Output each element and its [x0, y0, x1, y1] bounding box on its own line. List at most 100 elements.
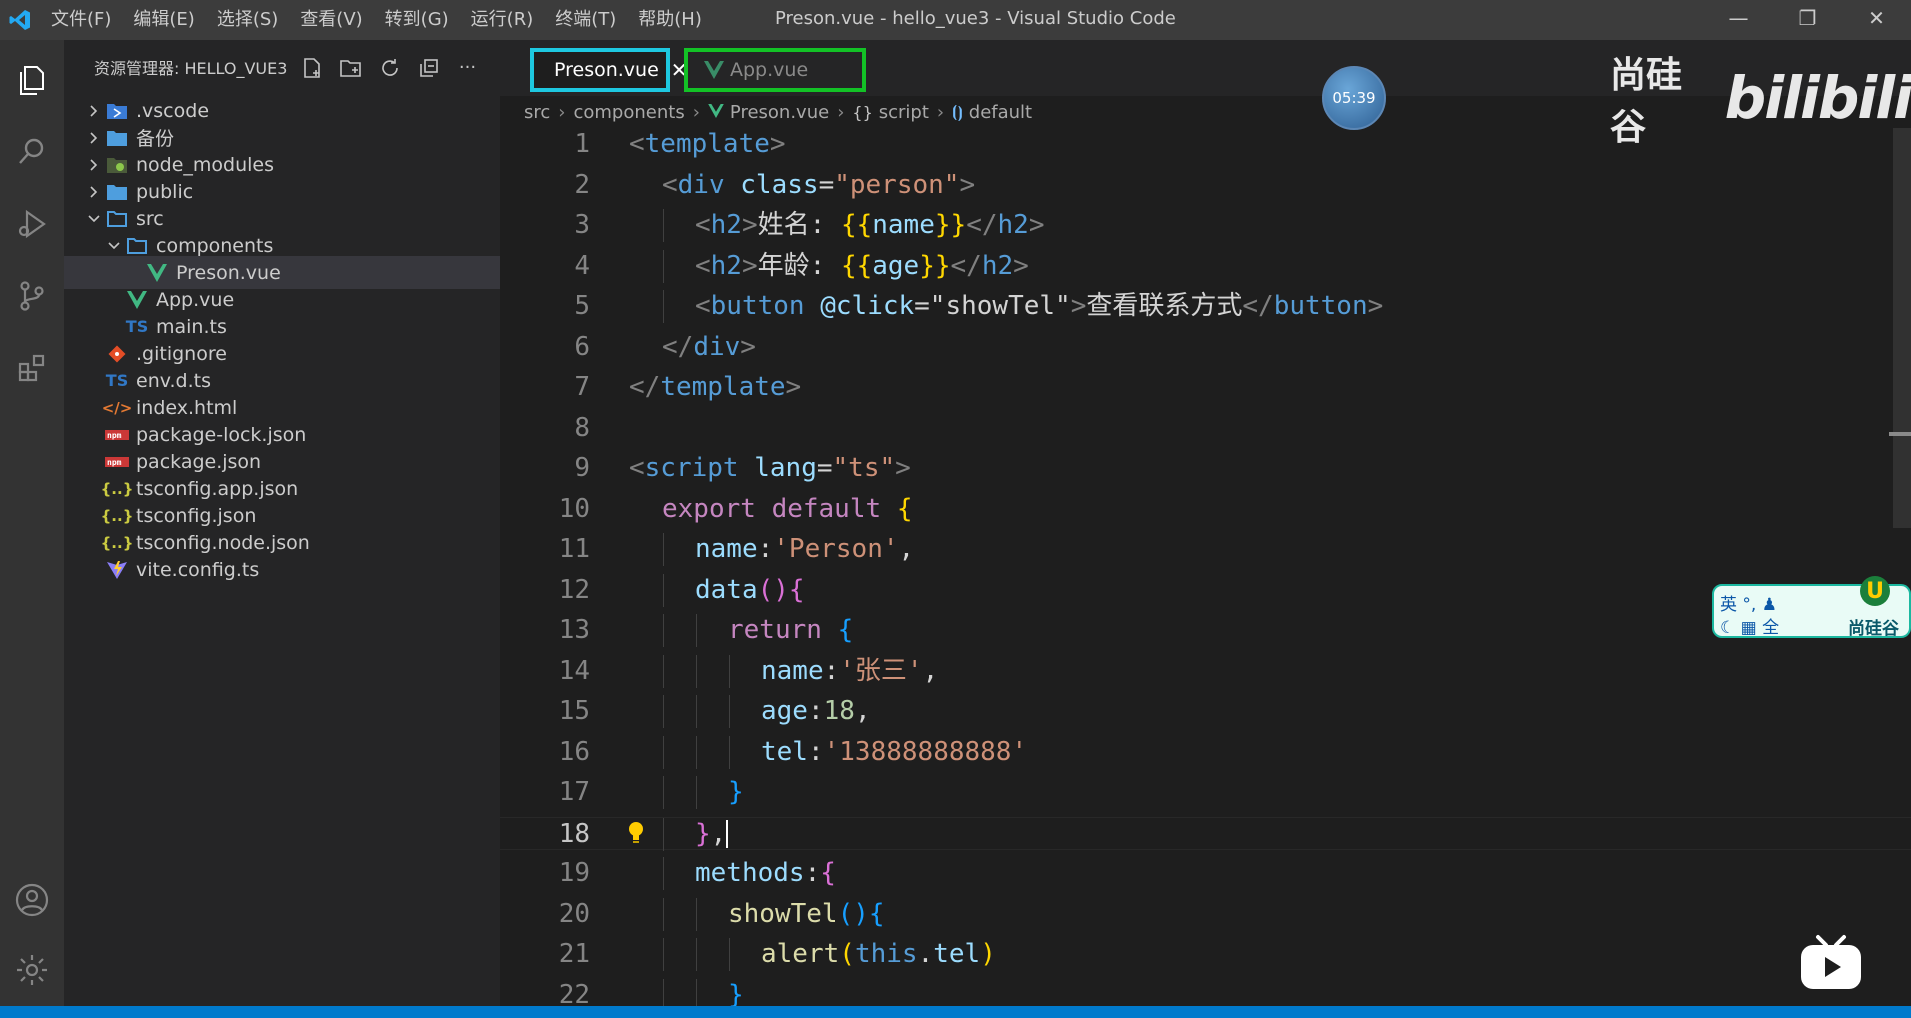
breadcrumb: src › components › Preson.vue › {} script › ⦗⦘ def… [524, 96, 1032, 128]
explorer-icon[interactable] [0, 44, 64, 116]
code-token: ="showTel" [914, 291, 1071, 321]
code-token: < [695, 291, 711, 321]
tree-item-label: main.ts [156, 315, 227, 338]
minimize-button[interactable]: — [1704, 0, 1773, 36]
bilibili-tv-icon[interactable] [1798, 933, 1864, 993]
line-number: 16 [558, 736, 590, 767]
breadcrumb-item[interactable]: src [524, 102, 550, 123]
code-line[interactable]: 4 <h2>年龄: {{age}}</h2> [500, 249, 1911, 283]
new-file-icon[interactable] [298, 54, 325, 81]
code-line[interactable]: 2 <div class="person"> [500, 169, 1911, 202]
tab-app-vue[interactable]: App.vue [684, 48, 866, 92]
menu-item[interactable]: 运行(R) [460, 0, 545, 40]
code-line[interactable]: 5 <button @click="showTel">查看联系方式</button… [500, 290, 1911, 323]
explorer-actions: ··· [298, 54, 481, 81]
refresh-icon[interactable] [376, 54, 403, 81]
code-line[interactable]: 3 <h2>姓名: {{name}}</h2> [500, 209, 1911, 242]
menu-item[interactable]: 终端(T) [544, 0, 627, 40]
tree-item-label: index.html [136, 396, 238, 419]
extensions-icon[interactable] [0, 332, 64, 404]
menu-item[interactable]: 编辑(E) [122, 0, 205, 40]
breadcrumb-item[interactable]: script [879, 102, 929, 123]
code-token: < [695, 250, 711, 281]
activity-bar [0, 40, 64, 1006]
code-line[interactable]: 9 <script lang="ts"> [500, 452, 1911, 485]
code-line[interactable]: 13 return { [500, 614, 1911, 647]
settings-gear-icon[interactable] [0, 934, 64, 1006]
menu-item[interactable]: 文件(F) [40, 0, 122, 40]
code-token: "ts" [832, 453, 896, 483]
indent-guide [696, 695, 697, 728]
json-icon: {..} [100, 533, 134, 552]
more-actions-icon[interactable]: ··· [454, 54, 481, 81]
indent-guide [729, 735, 730, 769]
lightbulb-icon[interactable] [627, 820, 645, 846]
code-line[interactable]: 14 name:'张三', [500, 654, 1911, 688]
code-line[interactable]: 20 showTel(){ [500, 897, 1911, 931]
code-line[interactable]: 12 data(){ [500, 573, 1911, 607]
run-debug-icon[interactable] [0, 188, 64, 260]
code-line[interactable]: 21 alert(this.tel) [500, 938, 1911, 971]
code-content: <h2>姓名: {{name}}</h2> [695, 209, 1044, 242]
accounts-icon[interactable] [0, 864, 64, 936]
code-line[interactable]: 18}, [500, 816, 1911, 851]
code-line[interactable]: 7 </template> [500, 371, 1911, 404]
code-token: 'Person' [773, 534, 899, 564]
folder-icon [104, 179, 130, 205]
tree-item-label: 备份 [136, 128, 175, 150]
code-line[interactable]: 1 <template> [500, 128, 1911, 161]
line-number: 18 [558, 818, 590, 849]
code-token: > [785, 372, 802, 402]
indent-guide [663, 817, 664, 851]
code-token: > [895, 453, 911, 483]
code-line[interactable]: 19 methods:{ [500, 857, 1911, 890]
editor-scrollbar[interactable] [1893, 128, 1911, 528]
code-token: </ [1242, 291, 1274, 321]
code-line[interactable]: 15 age:18, [500, 695, 1911, 728]
menu-item[interactable]: 转到(G) [374, 0, 460, 40]
code-token: h2 [981, 250, 1014, 281]
close-window-button[interactable]: ✕ [1842, 0, 1911, 36]
menu-item[interactable]: 查看(V) [289, 0, 373, 40]
collapse-all-icon[interactable] [415, 54, 442, 81]
code-line[interactable]: 6 </div> [500, 331, 1911, 364]
tree-file[interactable]: vite.config.ts [64, 553, 500, 586]
menu-item[interactable]: 选择(S) [206, 0, 289, 40]
breadcrumb-item[interactable]: components [573, 102, 684, 123]
code-token: > [741, 210, 758, 240]
code-token: > [1367, 291, 1384, 321]
indent-guide [696, 735, 697, 769]
source-control-icon[interactable] [0, 260, 64, 332]
breadcrumb-item[interactable]: Preson.vue [730, 102, 829, 123]
code-line[interactable]: 11 name:'Person', [500, 533, 1911, 566]
line-number: 4 [574, 250, 590, 281]
explorer-sidebar: 资源管理器: HELLO_VUE3 ··· .vscode 备份 node_modu… [64, 40, 500, 1006]
tree-item-label: src [136, 207, 164, 230]
menu-item[interactable]: 帮助(H) [627, 0, 713, 40]
tree-item-label: tsconfig.json [136, 504, 257, 527]
code-line[interactable]: 17} [500, 776, 1911, 809]
code-line[interactable]: 10 export default { [500, 493, 1911, 526]
code-token: 18 [823, 696, 855, 726]
tree-item-label: App.vue [156, 288, 235, 311]
code-token: '13888888888' [823, 736, 1028, 767]
ime-toolbar[interactable]: 英 °, ♟ ☾ ▦ 全 U 尚硅谷 [1712, 576, 1911, 639]
new-folder-icon[interactable] [337, 54, 364, 81]
indent-guide [696, 897, 697, 931]
code-line[interactable]: 8 [500, 412, 1911, 445]
code-token: : [823, 655, 840, 686]
search-icon[interactable] [0, 116, 64, 188]
code-content: export default { [662, 493, 912, 526]
vscode-logo-icon[interactable] [0, 0, 40, 40]
menu-bar: 文件(F) 编辑(E) 选择(S) 查看(V) 转到(G) 运行(R) 终端(T) 帮助(H) [40, 0, 713, 40]
maximize-button[interactable]: ❐ [1773, 0, 1842, 36]
tab-preson-vue[interactable]: Preson.vue ✕ [530, 48, 688, 92]
tree-item-label: public [136, 180, 194, 203]
breadcrumb-item[interactable]: default [969, 102, 1032, 123]
indent-guide [663, 938, 664, 971]
breadcrumb-separator-icon: › [558, 101, 566, 123]
breadcrumb-separator-icon: › [936, 101, 945, 123]
code-line[interactable]: 16 tel:'13888888888' [500, 735, 1911, 769]
